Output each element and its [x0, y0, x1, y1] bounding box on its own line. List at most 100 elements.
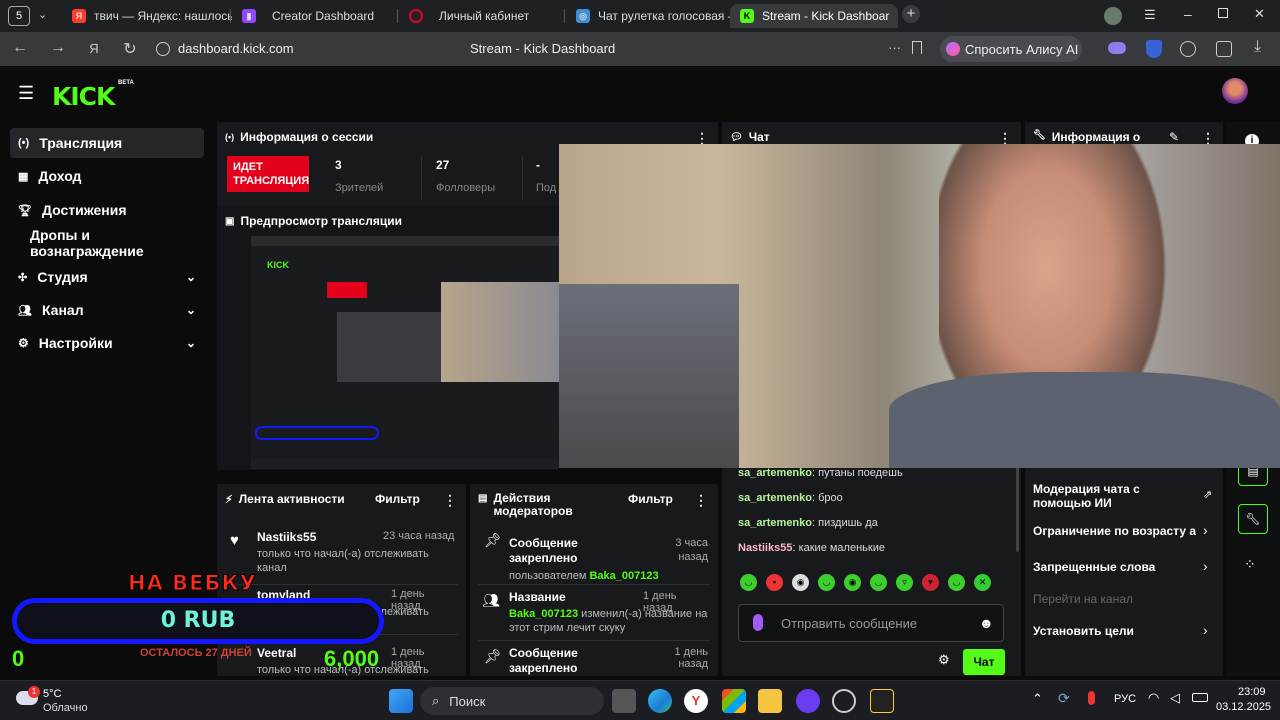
mod-action-item: Сообщение закреплено 1 день назад: [509, 646, 708, 675]
url-field[interactable]: dashboard.kick.com: [178, 41, 294, 56]
address-bar: ← → Я ↻ dashboard.kick.com Stream - Kick…: [0, 32, 1280, 66]
weather-desc: Облачно: [43, 702, 88, 714]
window-close-button[interactable]: ✕: [1254, 6, 1265, 22]
taskview-icon[interactable]: [612, 689, 636, 713]
minimize-button[interactable]: –: [1184, 6, 1192, 22]
sidebar-item-stream[interactable]: (•) Трансляция: [10, 128, 204, 158]
chevron-up-icon[interactable]: ⌃: [1032, 691, 1043, 707]
sidebar-item-channel[interactable]: 👥︎ Канал ⌄: [10, 295, 204, 325]
site-info-icon[interactable]: [156, 42, 170, 56]
viewer-label: Зрителей: [335, 182, 384, 194]
more-icon[interactable]: ···: [888, 40, 901, 55]
close-icon[interactable]: ✕: [897, 9, 898, 23]
yandex-browser-icon[interactable]: Y: [684, 689, 708, 713]
back-icon[interactable]: ←: [10, 39, 30, 57]
age-restriction-link[interactable]: Ограничение по возрасту аудитории: [1033, 524, 1196, 538]
chat-icon: 💬︎: [730, 131, 743, 143]
store-icon[interactable]: [722, 689, 746, 713]
browser-tab[interactable]: ▮ Creator Dashboard: [232, 4, 397, 28]
stream-preview-thumbnail[interactable]: KICK: [251, 236, 559, 469]
mod-action-item: Сообщение закреплено 3 часа назад пользо…: [509, 536, 708, 582]
sidebar-item-studio[interactable]: ✣ Студия ⌄: [10, 262, 204, 292]
emote-icon[interactable]: ◡: [818, 574, 835, 591]
chat-input[interactable]: Отправить сообщение ☻: [738, 604, 1004, 642]
set-goals-link[interactable]: Установить цели: [1033, 624, 1209, 638]
sidebar-item-income[interactable]: ▦ Доход: [10, 161, 204, 191]
emote-icon[interactable]: ▿: [896, 574, 913, 591]
banned-words-link[interactable]: Запрещенные слова: [1033, 560, 1209, 574]
clock-date[interactable]: 03.12.2025: [1216, 701, 1271, 713]
yandex-icon[interactable]: Я: [84, 41, 104, 56]
sync-icon[interactable]: ⟳: [1058, 690, 1070, 707]
bookmark-icon[interactable]: [912, 41, 922, 54]
hamburger-icon[interactable]: ☰: [18, 83, 34, 104]
sidebar-item-achievements[interactable]: 🏆︎ Достижения: [10, 195, 204, 225]
edit-icon[interactable]: ✎: [1169, 130, 1179, 144]
language-indicator[interactable]: РУС: [1114, 693, 1136, 705]
send-chat-button[interactable]: Чат: [963, 649, 1005, 675]
explorer-icon[interactable]: [758, 689, 782, 713]
emote-icon[interactable]: ◡: [948, 574, 965, 591]
weather-badge: 1: [28, 686, 40, 698]
volume-icon[interactable]: ◁: [1170, 690, 1180, 706]
collections-icon[interactable]: [1216, 41, 1232, 57]
mod-action-item: Название 1 день назад Baka_007123 измени…: [509, 590, 708, 634]
new-tab-button[interactable]: +: [902, 5, 920, 23]
sidebar-item-drops[interactable]: Дропы и вознаграждение: [10, 227, 204, 259]
windows-start-icon[interactable]: [389, 689, 413, 713]
browser-tab-active[interactable]: K Stream - Kick Dashboar ✕: [730, 4, 898, 28]
restore-button[interactable]: [1218, 8, 1228, 18]
emote-icon[interactable]: ✕: [974, 574, 991, 591]
mod-icon: ▤: [478, 493, 488, 504]
kick-logo[interactable]: KICK: [52, 82, 115, 111]
user-avatar[interactable]: [1222, 78, 1248, 104]
browser-tab[interactable]: Я твич — Яндекс: нашлось: [62, 4, 232, 28]
emote-icon[interactable]: ▾: [922, 574, 939, 591]
reload-icon[interactable]: ↻: [120, 39, 140, 59]
emote-icon[interactable]: ◉: [792, 574, 809, 591]
app-icon[interactable]: [870, 689, 894, 713]
browser-tab[interactable]: Личный кабинет: [399, 4, 564, 28]
mod-filter-button[interactable]: Фильтр: [628, 492, 673, 506]
broadcast-icon: (•): [18, 137, 30, 149]
media-icon[interactable]: [1180, 41, 1196, 57]
battery-icon[interactable]: [1192, 693, 1208, 702]
menu-icon[interactable]: ☰: [1144, 7, 1156, 23]
emote-icon[interactable]: ◡: [870, 574, 887, 591]
shapes-icon[interactable]: ⁘: [1244, 556, 1256, 573]
microphone-icon[interactable]: [1088, 691, 1095, 705]
more-icon[interactable]: ⋮: [443, 492, 457, 509]
extension-icon[interactable]: [1108, 42, 1126, 54]
app-icon[interactable]: [796, 689, 820, 713]
activity-filter-button[interactable]: Фильтр: [375, 492, 420, 506]
sidebar-item-label: Достижения: [41, 202, 127, 218]
profile-avatar[interactable]: [1104, 7, 1122, 25]
emote-icon[interactable]: ▪: [766, 574, 783, 591]
chat-settings-icon[interactable]: ⚙: [938, 652, 950, 668]
pin-icon: 📌︎: [484, 532, 502, 548]
microphone-icon[interactable]: [753, 614, 763, 631]
more-icon[interactable]: ⋮: [694, 492, 708, 509]
shield-icon[interactable]: [1146, 40, 1162, 58]
download-icon[interactable]: ⤓: [1254, 38, 1261, 56]
browser-tab[interactable]: ◎ Чат рулетка голосовая —: [566, 4, 730, 28]
mod-actions-panel: ▤ Действия модераторов Фильтр ⋮ 📌︎ Сообще…: [470, 484, 718, 676]
clock-time[interactable]: 23:09: [1238, 686, 1266, 698]
tab-count-badge[interactable]: 5: [8, 6, 30, 26]
emote-icon[interactable]: ◡: [740, 574, 757, 591]
wrench-button[interactable]: 🔧︎: [1238, 504, 1268, 534]
edge-icon[interactable]: [648, 689, 672, 713]
sidebar-item-settings[interactable]: ⚙ Настройки ⌄: [10, 328, 204, 358]
alice-button[interactable]: Спросить Алису AI: [940, 36, 1082, 62]
ai-moderation-link[interactable]: Модерация чата с помощью ИИ: [1033, 482, 1153, 510]
go-to-channel-link[interactable]: Перейти на канал: [1033, 592, 1209, 606]
sidebar-item-label: Трансляция: [39, 135, 123, 151]
taskbar-search[interactable]: ⌕ Поиск: [420, 687, 604, 715]
app-icon[interactable]: [832, 689, 856, 713]
external-link-icon[interactable]: ⇗: [1203, 488, 1212, 501]
emoji-icon[interactable]: ☻: [979, 615, 994, 631]
wifi-icon[interactable]: ◠: [1148, 690, 1159, 706]
forward-icon[interactable]: →: [48, 39, 68, 57]
tab-list-chevron-icon[interactable]: ⌄: [38, 8, 47, 21]
emote-icon[interactable]: ◉: [844, 574, 861, 591]
